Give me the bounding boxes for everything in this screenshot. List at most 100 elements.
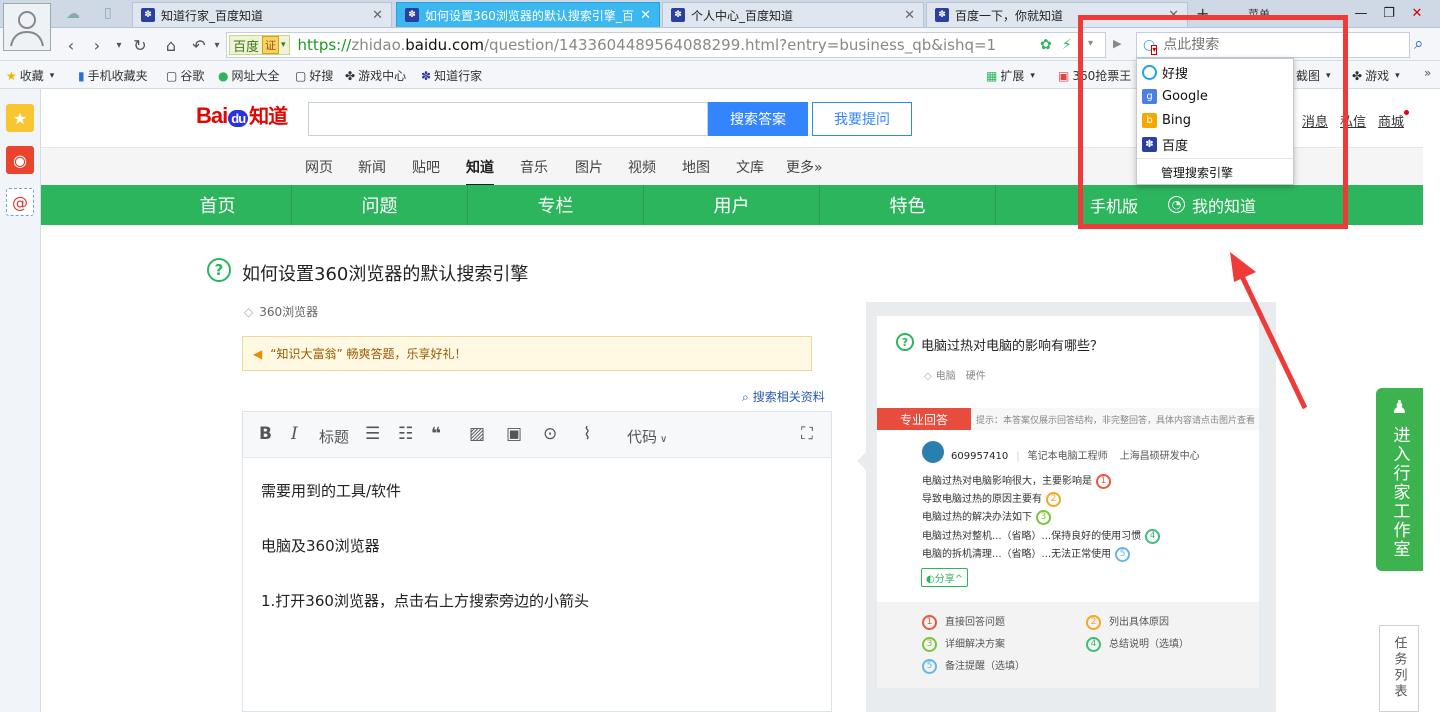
nav-users[interactable]: 用户	[644, 185, 820, 225]
extensions-menu[interactable]: ▦ 扩展 ▾	[986, 67, 1038, 84]
close-tab-icon[interactable]: ✕	[1168, 8, 1179, 23]
back-icon[interactable]: ‹	[60, 34, 82, 56]
nav-columns[interactable]: 专栏	[468, 185, 644, 225]
quote-icon[interactable]: ❝	[431, 424, 441, 444]
engine-option-haosou[interactable]: 好搜	[1137, 60, 1293, 84]
task-list-button[interactable]: 任务列表	[1379, 625, 1419, 712]
engine-option-baidu[interactable]: ✽ 百度	[1137, 132, 1293, 156]
chat-icon: ◐	[926, 574, 935, 585]
code-button[interactable]: 代码 ∨	[627, 426, 667, 447]
baidu-zhidao-logo[interactable]: Bai du 知道	[196, 100, 288, 129]
nav-music[interactable]: 音乐	[520, 157, 548, 177]
bookmark-games[interactable]: ✤ 游戏中心	[345, 67, 406, 84]
games-ext[interactable]: ✤ 游戏 ▾	[1352, 67, 1403, 84]
cert-icon[interactable]: 证	[262, 36, 280, 54]
search-icon[interactable]: ⌕	[1414, 34, 1424, 54]
restore-icon[interactable]: ❐	[1376, 2, 1402, 24]
nav-home[interactable]: 首页	[144, 185, 292, 225]
bold-button[interactable]: B	[259, 424, 272, 444]
italic-button[interactable]: I	[291, 424, 298, 444]
undo-dropdown-icon[interactable]: ▾	[206, 34, 228, 56]
browser-search-box[interactable]: ○ ▾	[1136, 32, 1410, 58]
bookmark-zhidao-hangjia[interactable]: ✽ 知道行家	[421, 67, 482, 84]
engine-option-bing[interactable]: b Bing	[1137, 108, 1293, 132]
nav-video[interactable]: 视频	[628, 157, 656, 177]
url-dropdown-icon[interactable]: ▾	[1088, 38, 1093, 49]
enter-workroom-button[interactable]: ♟ 进入行家工作室	[1376, 388, 1423, 571]
engine-option-google[interactable]: g Google	[1137, 84, 1293, 108]
favorites-star-icon[interactable]: ★	[6, 104, 34, 132]
new-tab-icon[interactable]: +	[1196, 4, 1209, 23]
home-icon[interactable]: ⌂	[160, 34, 182, 56]
menu-label[interactable]: 菜单	[1248, 6, 1270, 22]
nav-features[interactable]: 特色	[820, 185, 996, 225]
url-text[interactable]: https://zhidao.baidu.com/question/143360…	[298, 36, 997, 54]
bookmark-hao360[interactable]: ● 网址大全	[218, 67, 280, 84]
bookmark-favorites[interactable]: ★ 收藏 ▾	[6, 67, 57, 84]
go-icon[interactable]: ▶	[1113, 37, 1121, 50]
messages-link[interactable]: 消息	[1302, 111, 1328, 130]
more-bookmarks-icon[interactable]: »	[1424, 66, 1431, 80]
location-icon[interactable]: ⊙	[543, 424, 557, 444]
nav-more[interactable]: 更多»	[786, 157, 823, 177]
weibo-icon[interactable]: ◉	[6, 146, 34, 174]
user-avatar[interactable]	[3, 3, 51, 51]
share-button[interactable]: ◐分享^	[921, 568, 969, 587]
nav-mobile[interactable]: 手机版	[1090, 185, 1138, 225]
chevron-down-icon: ▾	[281, 40, 286, 50]
engine-arrow-icon[interactable]: ▾	[1151, 45, 1158, 55]
phone-icon[interactable]: ▯	[104, 5, 112, 21]
forward-icon[interactable]: ›	[86, 34, 108, 56]
ticket-ext[interactable]: ▣ 360抢票王	[1058, 67, 1131, 84]
search-answer-button[interactable]: 搜索答案	[708, 102, 808, 136]
history-dropdown-icon[interactable]: ▾	[108, 34, 130, 56]
promo-notice[interactable]: ◀ “知识大富翁” 畅爽答题，乐享好礼！	[242, 336, 812, 371]
nav-wenku[interactable]: 文库	[736, 157, 764, 177]
bookmark-haosou[interactable]: ▢ 好搜	[295, 67, 333, 84]
nav-my-zhidao[interactable]: 我的知道	[1192, 185, 1256, 225]
bullet-list-icon[interactable]: ☷	[398, 424, 413, 444]
close-tab-icon[interactable]: ✕	[372, 8, 383, 23]
private-message-link[interactable]: 私信	[1340, 111, 1366, 130]
ordered-list-icon[interactable]: ☰	[365, 424, 380, 444]
ask-question-button[interactable]: 我要提问	[812, 102, 912, 136]
tab-0[interactable]: ✽ 知道行家_百度知道 ✕	[132, 2, 392, 27]
cloud-icon[interactable]: ☁	[66, 6, 80, 22]
nav-images[interactable]: 图片	[575, 157, 603, 177]
close-tab-icon[interactable]: ✕	[904, 8, 915, 23]
tab-1-active[interactable]: ✽ 如何设置360浏览器的默认搜索引擎_百 ✕	[396, 2, 660, 27]
mail-icon[interactable]: @	[6, 188, 34, 216]
tab-3[interactable]: ✽ 百度一下，你就知道 ✕	[926, 2, 1188, 27]
tab-2[interactable]: ✽ 个人中心_百度知道 ✕	[662, 2, 924, 27]
nav-tieba[interactable]: 贴吧	[412, 157, 440, 177]
close-window-icon[interactable]: ✕	[1404, 2, 1430, 24]
security-shield-icon[interactable]: ✿	[1040, 37, 1052, 53]
bookmark-google[interactable]: ▢ 谷歌	[166, 67, 204, 84]
browser-search-input[interactable]	[1163, 37, 1364, 53]
image-icon[interactable]: ▨	[469, 424, 485, 444]
mall-link[interactable]: 商城	[1378, 111, 1404, 130]
refresh-icon[interactable]: ↻	[129, 34, 151, 56]
search-engine-badge[interactable]: 百度证 ▾	[229, 35, 290, 55]
heading-button[interactable]: 标题	[319, 426, 349, 447]
attachment-icon[interactable]: ⌇	[583, 424, 591, 444]
nav-news[interactable]: 新闻	[358, 157, 386, 177]
nav-questions[interactable]: 问题	[292, 185, 468, 225]
close-tab-icon[interactable]: ✕	[640, 8, 651, 23]
nav-map[interactable]: 地图	[682, 157, 710, 177]
answer-editor[interactable]: B I 标题 ☰ ☷ ❝ ▨ ▣ ⊙ ⌇ 代码 ∨ ⛶ 需要用到的工具/软件 电脑…	[242, 411, 832, 712]
question-tag[interactable]: ◇ 360浏览器	[244, 303, 318, 320]
video-icon[interactable]: ▣	[506, 424, 522, 444]
question-search-input[interactable]	[308, 102, 708, 136]
speed-mode-icon[interactable]: ⚡	[1062, 37, 1072, 53]
nav-web[interactable]: 网页	[305, 157, 333, 177]
minimize-icon[interactable]: —	[1348, 2, 1374, 24]
screenshot-ext[interactable]: 截图 ▾	[1296, 67, 1334, 84]
search-related-link[interactable]: ⌕ 搜索相关资料	[742, 388, 825, 405]
nav-zhidao[interactable]: 知道	[466, 157, 494, 186]
fullscreen-icon[interactable]: ⛶	[801, 424, 813, 444]
manage-engines-item[interactable]: 管理搜索引擎	[1137, 160, 1293, 184]
chevron-down-icon: ▾	[1030, 70, 1035, 81]
bookmark-mobile[interactable]: ▮ 手机收藏夹	[78, 67, 148, 84]
address-bar[interactable]: 百度证 ▾ https://zhidao.baidu.com/question/1…	[226, 32, 1106, 58]
